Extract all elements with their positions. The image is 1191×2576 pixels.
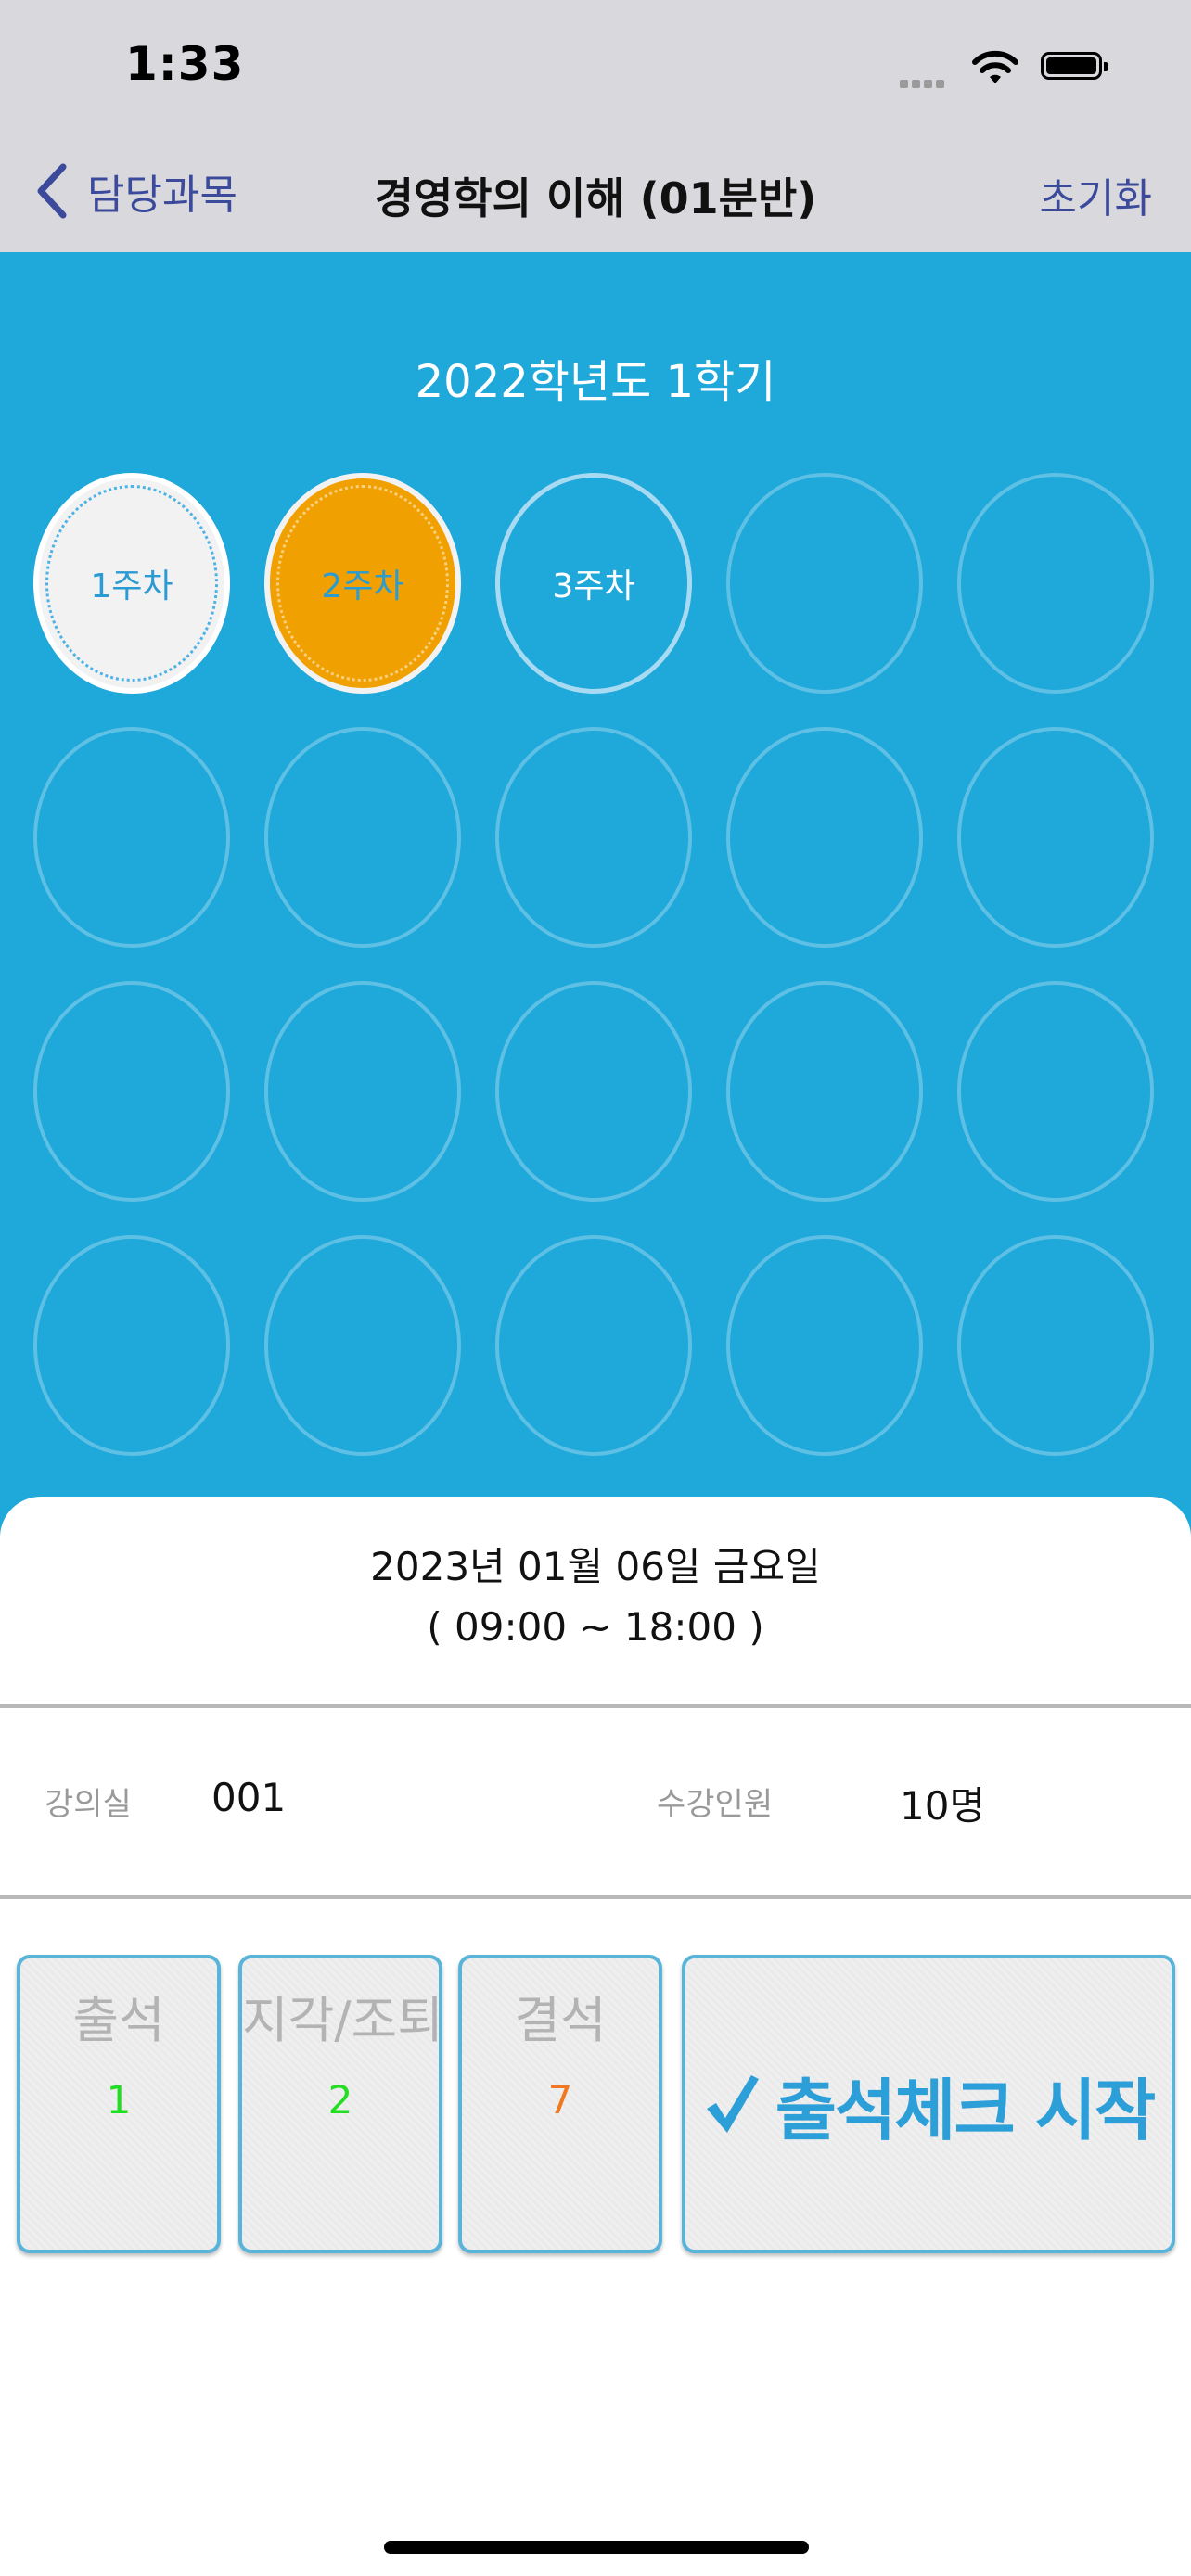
start-attendance-label: 출석체크 시작: [775, 2071, 1157, 2149]
week-circle-2[interactable]: 2주차: [264, 473, 461, 694]
absent-label: 결석: [514, 1991, 607, 2049]
cellular-signal-icon: [900, 74, 948, 92]
week-slot-empty: [726, 981, 923, 1202]
week-slot-empty: [495, 981, 692, 1202]
week-slot-empty: [957, 727, 1154, 948]
enrolled-value: 10명: [900, 1783, 986, 1829]
week-slot-empty: [33, 727, 230, 948]
checkmark-icon: [706, 2075, 759, 2133]
attend-count: 1: [106, 2077, 132, 2123]
session-time-range: ( 09:00 ~ 18:00 ): [427, 1604, 764, 1650]
week-label: 2주차: [321, 567, 404, 606]
page-title: 경영학의 이해 (01분반): [374, 173, 817, 223]
room-value: 001: [211, 1775, 287, 1820]
week-panel: 2022학년도 1학기 1주차 2주차 3주차: [0, 252, 1191, 1550]
divider: [0, 1895, 1191, 1899]
semester-title: 2022학년도 1학기: [415, 356, 776, 408]
week-slot-empty: [726, 1235, 923, 1456]
reset-button[interactable]: 초기화: [1040, 165, 1152, 224]
home-indicator: [384, 2541, 809, 2554]
week-slot-empty: [957, 981, 1154, 1202]
late-count: 2: [327, 2077, 353, 2123]
week-slot-empty: [264, 1235, 461, 1456]
room-label: 강의실: [45, 1786, 132, 1823]
attend-count-button[interactable]: 출석 1: [17, 1955, 221, 2253]
absent-count: 7: [547, 2077, 573, 2123]
wifi-icon: [972, 50, 1018, 83]
navigation-bar: 담당과목 경영학의 이해 (01분반) 초기화: [0, 139, 1191, 252]
enrolled-label: 수강인원: [657, 1786, 774, 1823]
absent-count-button[interactable]: 결석 7: [458, 1955, 662, 2253]
week-slot-empty: [264, 727, 461, 948]
week-label: 3주차: [552, 567, 635, 606]
week-slot-empty: [726, 727, 923, 948]
late-count-button[interactable]: 지각/조퇴 2: [238, 1955, 443, 2253]
start-attendance-button[interactable]: 출석체크 시작: [682, 1955, 1175, 2253]
attend-label: 출석: [72, 1991, 165, 2049]
late-label: 지각/조퇴: [242, 1991, 443, 2049]
week-grid: 1주차 2주차 3주차: [0, 473, 1191, 1493]
status-bar: 1:33: [0, 0, 1191, 139]
week-circle-1[interactable]: 1주차: [33, 473, 230, 694]
week-slot-empty: [495, 727, 692, 948]
week-slot-empty: [726, 473, 923, 694]
divider: [0, 1704, 1191, 1708]
week-slot-empty: [957, 473, 1154, 694]
week-slot-empty: [33, 1235, 230, 1456]
week-circle-3[interactable]: 3주차: [495, 473, 692, 694]
status-time: 1:33: [125, 37, 245, 91]
battery-icon: [1041, 52, 1108, 80]
week-slot-empty: [264, 981, 461, 1202]
session-date: 2023년 01월 06일 금요일: [370, 1544, 821, 1589]
week-label: 1주차: [90, 567, 173, 606]
week-slot-empty: [495, 1235, 692, 1456]
week-slot-empty: [33, 981, 230, 1202]
week-slot-empty: [957, 1235, 1154, 1456]
